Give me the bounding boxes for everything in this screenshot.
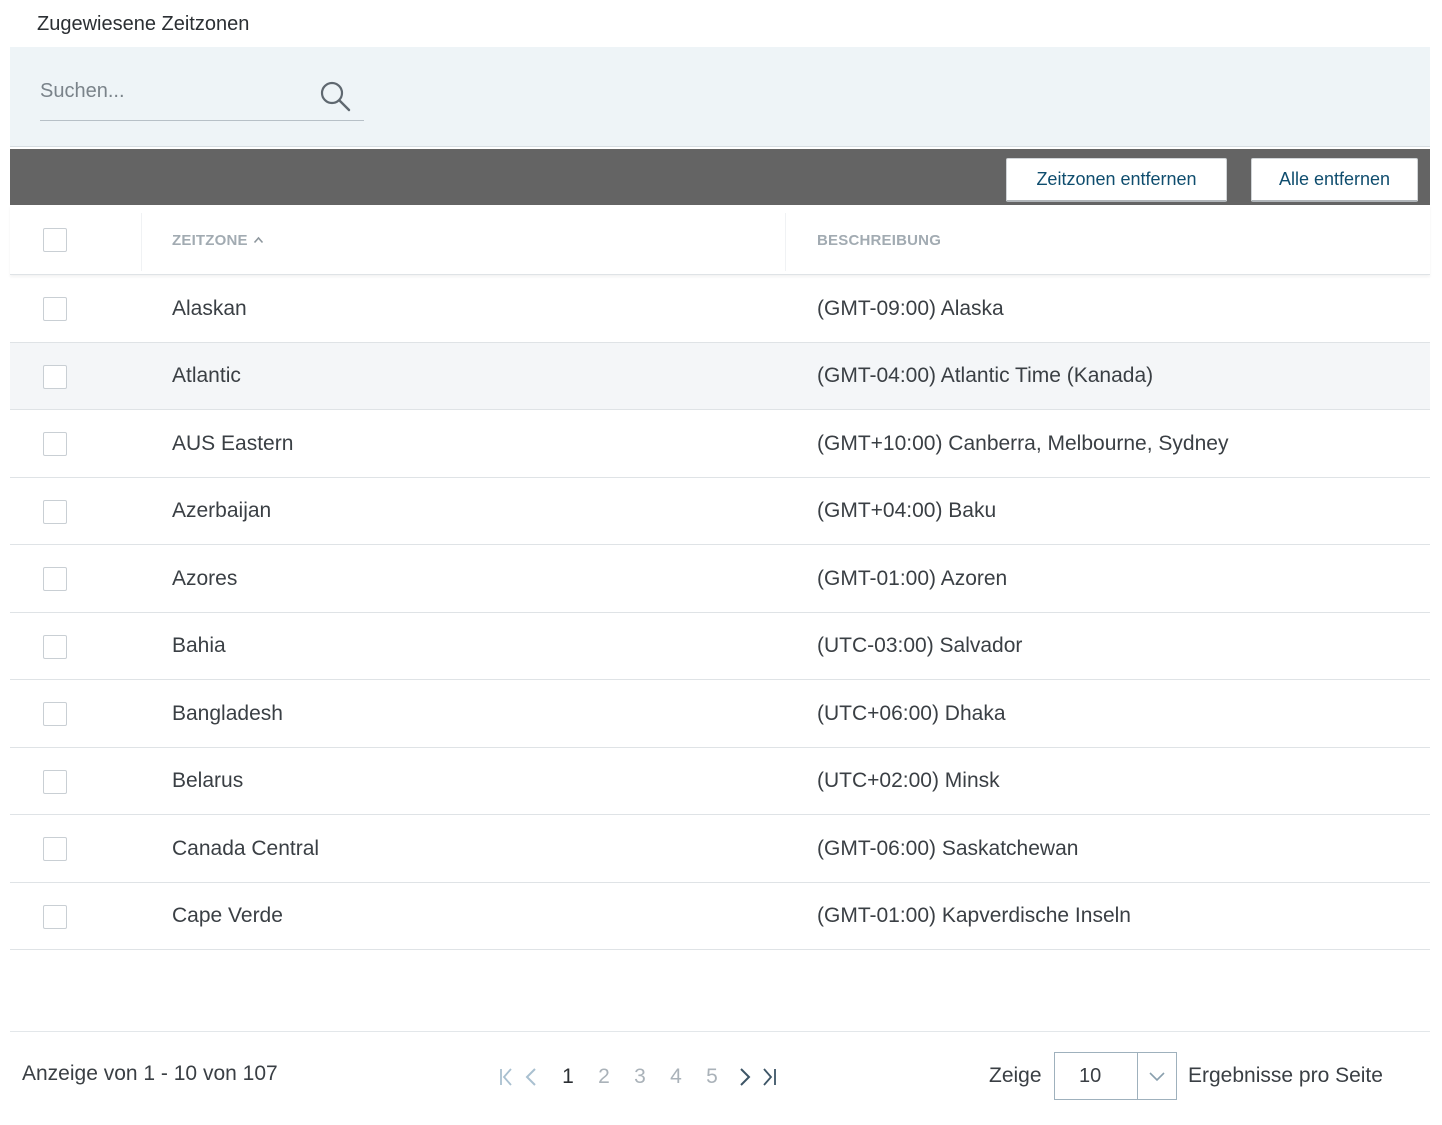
cell-description: (GMT-01:00) Azoren [817,566,1008,590]
cell-zone: Atlantic [172,364,241,387]
table-row[interactable]: AUS Eastern (GMT+10:00) Canberra, Melbour… [10,410,1430,478]
table-footer: Anzeige von 1 - 10 von 107 1 2 3 4 5 Zei… [10,1031,1430,1125]
cell-zone: Belarus [172,769,244,792]
cell-zone: Bahia [172,634,226,657]
table-body: Alaskan (GMT-09:00) Alaska Atlantic (GMT-04… [10,275,1430,950]
last-page-icon[interactable] [760,1066,778,1088]
table-row[interactable]: Cape Verde (GMT-01:00) Kapverdische Insel… [10,883,1430,950]
remove-all-button[interactable]: Alle entfernen [1251,158,1418,202]
row-checkbox[interactable] [43,567,67,591]
table-row[interactable]: Azores (GMT-01:00) Azoren [10,545,1430,613]
column-header-zone-label: ZEITZONE [172,231,248,249]
column-divider [785,213,786,271]
table-row[interactable]: Bangladesh (UTC+06:00) Dhaka [10,680,1430,748]
cell-description: (GMT-09:00) Alaska [817,296,1004,320]
column-divider [141,213,142,271]
cell-description: (GMT-01:00) Kapverdische Inseln [817,904,1131,927]
results-per-page-label: Ergebnisse pro Seite [1188,1064,1383,1087]
column-header-zone[interactable]: ZEITZONE [172,205,264,275]
page-link-1[interactable]: 1 [550,1065,586,1089]
cell-description: (UTC+02:00) Minsk [817,769,1000,792]
page-link-2[interactable]: 2 [586,1065,622,1089]
chevron-down-icon [1149,1072,1165,1082]
row-checkbox[interactable] [43,837,67,861]
page-link-4[interactable]: 4 [658,1065,694,1089]
timezone-table: ZEITZONE BESCHREIBUNG Alaskan (GMT-09:00)… [10,205,1430,950]
table-header: ZEITZONE BESCHREIBUNG [10,205,1430,275]
column-header-description[interactable]: BESCHREIBUNG [817,205,941,275]
cell-zone: Bangladesh [172,701,283,725]
next-page-icon[interactable] [736,1066,754,1088]
cell-description: (GMT-04:00) Atlantic Time (Kanada) [817,364,1154,387]
row-checkbox[interactable] [43,769,67,794]
table-row[interactable]: Atlantic (GMT-04:00) Atlantic Time (Kanad… [10,342,1430,410]
search-input[interactable] [40,75,310,107]
action-toolbar: Zeitzonen entfernen Alle entfernen [10,149,1430,205]
first-page-icon[interactable] [498,1066,516,1088]
search-icon[interactable] [318,79,352,113]
search-panel [10,47,1430,147]
page-link-3[interactable]: 3 [622,1065,658,1089]
page-size-value: 10 [1079,1065,1102,1087]
table-row[interactable]: Alaskan (GMT-09:00) Alaska [10,275,1430,343]
page-title: Zugewiesene Zeitzonen [37,13,250,35]
cell-description: (UTC+06:00) Dhaka [817,701,1006,725]
table-row[interactable]: Azerbaijan (GMT+04:00) Baku [10,478,1430,545]
row-checkbox[interactable] [43,364,67,389]
table-row[interactable]: Belarus (UTC+02:00) Minsk [10,748,1430,815]
page-size-label: Zeige [989,1064,1042,1087]
page-link-5[interactable]: 5 [694,1065,730,1089]
cell-description: (GMT+04:00) Baku [817,499,997,522]
row-checkbox[interactable] [43,432,67,456]
select-divider [1137,1053,1138,1099]
row-checkbox[interactable] [43,904,67,929]
pagination: 1 2 3 4 5 [498,1060,784,1094]
cell-zone: Azerbaijan [172,499,272,522]
cell-description: (GMT-06:00) Saskatchewan [817,836,1079,860]
sort-ascending-icon [253,236,263,244]
row-checkbox[interactable] [43,297,67,321]
column-header-description-label: BESCHREIBUNG [817,231,942,249]
cell-description: (UTC-03:00) Salvador [817,634,1023,657]
cell-zone: Azores [172,566,238,590]
table-row[interactable]: Bahia (UTC-03:00) Salvador [10,613,1430,680]
cell-zone: Cape Verde [172,904,283,927]
page-size-select[interactable]: 10 [1054,1052,1177,1100]
row-checkbox[interactable] [43,634,67,659]
cell-zone: Canada Central [172,836,320,860]
table-row[interactable]: Canada Central (GMT-06:00) Saskatchewan [10,815,1430,883]
result-count: Anzeige von 1 - 10 von 107 [22,1062,278,1085]
row-checkbox[interactable] [43,499,67,524]
remove-timezones-button[interactable]: Zeitzonen entfernen [1006,158,1227,202]
row-checkbox[interactable] [43,702,67,726]
cell-zone: Alaskan [172,296,247,320]
search-field [40,73,364,121]
select-all-checkbox[interactable] [43,228,67,252]
previous-page-icon[interactable] [522,1066,540,1088]
cell-zone: AUS Eastern [172,431,294,455]
cell-description: (GMT+10:00) Canberra, Melbourne, Sydney [817,431,1229,455]
